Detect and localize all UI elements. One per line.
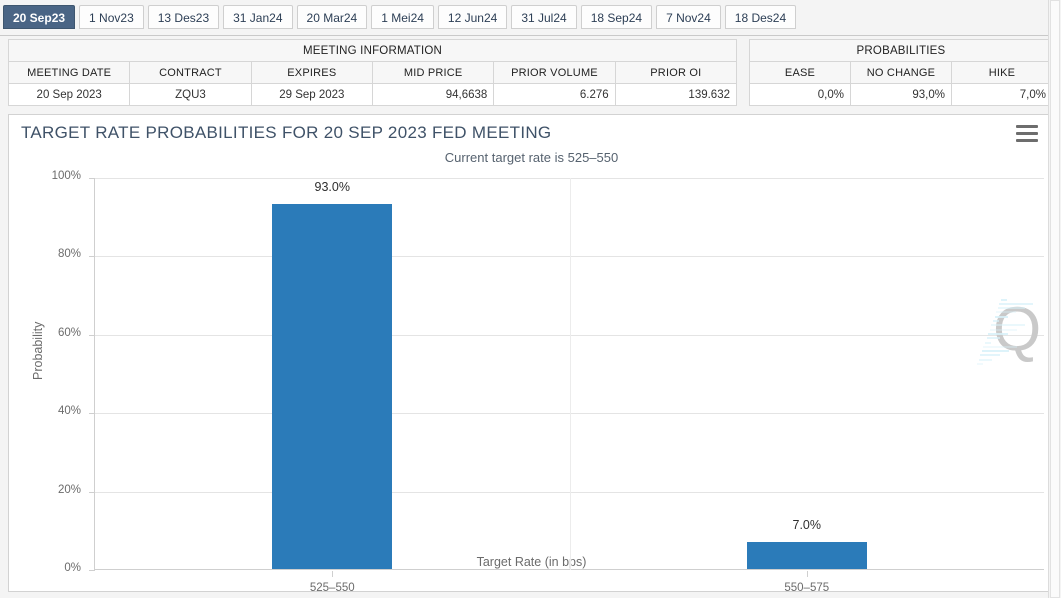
info-tables: MEETING INFORMATION MEETING DATE CONTRACT…	[7, 39, 1053, 111]
menu-line-1	[1016, 125, 1038, 128]
x-category-label: 550–575	[784, 582, 830, 592]
meeting-data-cell: 20 Sep 2023	[7, 83, 131, 106]
app-root: 20 Sep23 1 Nov23 13 Des23 31 Jan24 20 Mar24 1…	[0, 0, 1061, 598]
prob-data-cell: 7,0%	[951, 83, 1053, 106]
x-category-label: 525–550	[309, 582, 355, 592]
probabilities-table-header-row: EASE NO CHANGE HIKE	[749, 61, 1053, 84]
meeting-data-cell: 29 Sep 2023	[250, 83, 373, 106]
prob-header-cell: EASE	[749, 61, 851, 84]
prob-header-cell: NO CHANGE	[850, 61, 952, 84]
meeting-table-data-row: 20 Sep 2023 ZQU3 29 Sep 2023 94,6638 6.276 13…	[7, 83, 738, 106]
y-tick-label: 80%	[57, 248, 81, 261]
tab-31-jul24[interactable]: 31 Jul24	[511, 5, 577, 29]
y-axis-line	[94, 178, 95, 570]
probabilities-table-title: PROBABILITIES	[749, 39, 1053, 62]
tab-1-nov23[interactable]: 1 Nov23	[79, 5, 144, 29]
y-tick-mark	[89, 570, 95, 571]
y-tick-label: 100%	[51, 170, 81, 182]
meeting-data-cell: ZQU3	[129, 83, 252, 106]
y-tick-mark	[89, 178, 95, 179]
y-tick-label: 0%	[64, 562, 81, 574]
meeting-header-cell: MID PRICE	[371, 61, 495, 84]
menu-line-3	[1016, 139, 1038, 142]
chart-subtitle: Current target rate is 525–550	[444, 150, 619, 165]
tab-12-jun24[interactable]: 12 Jun24	[437, 5, 508, 29]
meeting-header-cell: EXPIRES	[250, 61, 373, 84]
tab-13-des23[interactable]: 13 Des23	[147, 5, 220, 29]
meeting-data-cell: 6.276	[493, 83, 616, 106]
y-tick-label: 60%	[57, 326, 81, 339]
bar-525-550[interactable]	[272, 204, 393, 569]
meeting-header-cell: MEETING DATE	[7, 61, 131, 84]
meeting-header-cell: PRIOR OI	[614, 61, 738, 84]
tab-7-nov24[interactable]: 7 Nov24	[656, 5, 721, 29]
meeting-date-tabs: 20 Sep23 1 Nov23 13 Des23 31 Jan24 20 Mar24 1…	[0, 0, 1061, 36]
x-tick-mark	[332, 571, 334, 577]
x-tick-mark	[806, 571, 808, 577]
meeting-information-table: MEETING INFORMATION MEETING DATE CONTRACT…	[7, 39, 738, 106]
probabilities-table: PROBABILITIES EASE NO CHANGE HIKE 0,0% 93,0…	[749, 39, 1053, 106]
tab-1-mei24[interactable]: 1 Mei24	[371, 5, 434, 29]
meeting-header-cell: PRIOR VOLUME	[493, 61, 616, 84]
y-tick-mark	[89, 334, 95, 336]
y-tick-label: 40%	[57, 405, 81, 418]
tab-31-jan24[interactable]: 31 Jan24	[223, 5, 293, 29]
plot-area: 0% 20% 40% 60% 80% 100% 93.0% 525–550 7.0% 550–57…	[52, 170, 1044, 591]
tab-20-sep23[interactable]: 20 Sep23	[3, 5, 76, 29]
chart-panel: TARGET RATE PROBABILITIES FOR 20 SEP 202…	[8, 114, 1053, 592]
y-tick-mark	[89, 256, 95, 258]
page-scrollbar[interactable]	[1048, 0, 1061, 598]
probabilities-table-data-row: 0,0% 93,0% 7,0%	[749, 83, 1053, 106]
meeting-table-header-row: MEETING DATE CONTRACT EXPIRES MID PRICE PRIO…	[7, 61, 738, 84]
prob-header-cell: HIKE	[951, 61, 1053, 84]
chart-title: TARGET RATE PROBABILITIES FOR 20 SEP 202…	[21, 123, 552, 142]
menu-line-2	[1016, 132, 1038, 135]
meeting-data-cell: 94,6638	[371, 83, 495, 106]
y-tick-mark	[89, 491, 95, 493]
prob-data-cell: 0,0%	[749, 83, 851, 106]
tab-18-sep24[interactable]: 18 Sep24	[580, 5, 653, 29]
bar-550-575[interactable]	[746, 541, 867, 569]
hamburger-menu-icon[interactable]	[1016, 125, 1038, 143]
meeting-table-title: MEETING INFORMATION	[8, 39, 737, 62]
bar-value-label: 93.0%	[314, 180, 350, 195]
meeting-data-cell: 139.632	[614, 83, 738, 106]
tab-18-des24[interactable]: 18 Des24	[724, 5, 797, 29]
bar-value-label: 7.0%	[792, 517, 822, 532]
scrollbar-thumb[interactable]	[1050, 0, 1060, 598]
y-tick-mark	[89, 413, 95, 415]
prob-data-cell: 93,0%	[850, 83, 952, 106]
x-gridline	[569, 178, 571, 570]
y-tick-label: 20%	[57, 483, 81, 496]
tab-20-mar24[interactable]: 20 Mar24	[296, 5, 368, 29]
meeting-header-cell: CONTRACT	[129, 61, 252, 84]
